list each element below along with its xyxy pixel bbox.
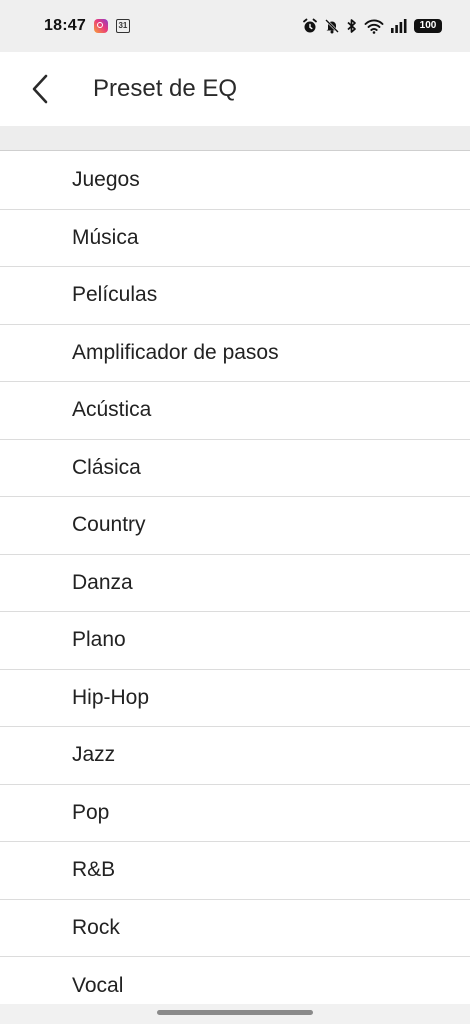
signal-icon [390,18,408,34]
preset-item-hip-hop[interactable]: Hip-Hop [0,670,470,727]
status-bar: 18:47 31 100 [0,0,470,52]
preset-item-musica[interactable]: Música [0,210,470,267]
preset-item-clasica[interactable]: Clásica [0,440,470,497]
chevron-left-icon [32,74,48,104]
page-title: Preset de EQ [93,75,238,102]
section-divider [0,126,470,151]
back-button[interactable] [20,69,60,109]
preset-item-rock[interactable]: Rock [0,900,470,957]
app-bar: Preset de EQ [0,52,470,126]
home-indicator[interactable] [157,1010,313,1015]
status-time: 18:47 [44,17,86,34]
calendar-icon: 31 [115,19,130,33]
status-left: 18:47 31 [44,17,130,35]
preset-item-danza[interactable]: Danza [0,555,470,612]
preset-item-juegos[interactable]: Juegos [0,152,470,210]
bluetooth-icon [346,18,358,34]
preset-list: Juegos Música Películas Amplificador de … [0,152,470,1015]
preset-item-peliculas[interactable]: Películas [0,267,470,325]
preset-item-pop[interactable]: Pop [0,785,470,842]
preset-item-country[interactable]: Country [0,497,470,555]
preset-item-jazz[interactable]: Jazz [0,727,470,785]
preset-item-plano[interactable]: Plano [0,612,470,670]
preset-item-r-and-b[interactable]: R&B [0,842,470,900]
preset-item-amplificador-de-pasos[interactable]: Amplificador de pasos [0,325,470,382]
instagram-icon [93,19,108,33]
preset-item-acustica[interactable]: Acústica [0,382,470,440]
battery-icon: 100 [414,19,442,33]
bell-off-icon [324,18,340,34]
status-right: 100 [302,18,442,34]
wifi-icon [364,18,384,34]
alarm-icon [302,18,318,34]
